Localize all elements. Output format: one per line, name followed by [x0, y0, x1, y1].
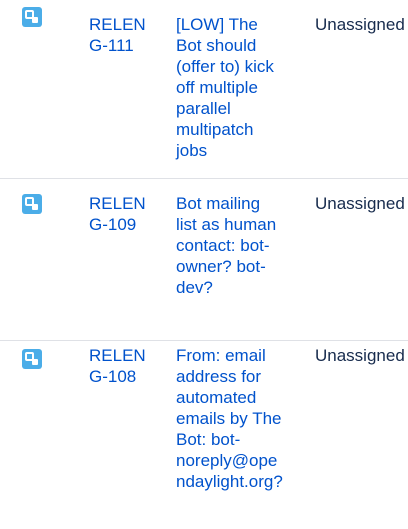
- table-row: RELENG-108 From: email address for autom…: [0, 341, 408, 529]
- issue-table: RELENG-111 [LOW] The Bot should (offer t…: [0, 0, 408, 529]
- issue-key-link[interactable]: RELENG-108: [89, 345, 155, 387]
- table-row: RELENG-111 [LOW] The Bot should (offer t…: [0, 0, 408, 179]
- assignee-text: Unassigned: [315, 194, 405, 213]
- issue-summary-link[interactable]: [LOW] The Bot should (offer to) kick off…: [176, 14, 284, 161]
- table-row: RELENG-109 Bot mailing list as human con…: [0, 179, 408, 341]
- issue-summary-link[interactable]: From: email address for automated emails…: [176, 345, 284, 492]
- subtask-icon: [22, 7, 42, 27]
- issue-summary-link[interactable]: Bot mailing list as human contact: bot-o…: [176, 193, 284, 298]
- issue-key-link[interactable]: RELENG-109: [89, 193, 155, 235]
- issue-key-link[interactable]: RELENG-111: [89, 14, 155, 56]
- assignee-text: Unassigned: [315, 346, 405, 365]
- subtask-icon: [22, 194, 42, 214]
- assignee-text: Unassigned: [315, 15, 405, 34]
- subtask-icon: [22, 349, 42, 369]
